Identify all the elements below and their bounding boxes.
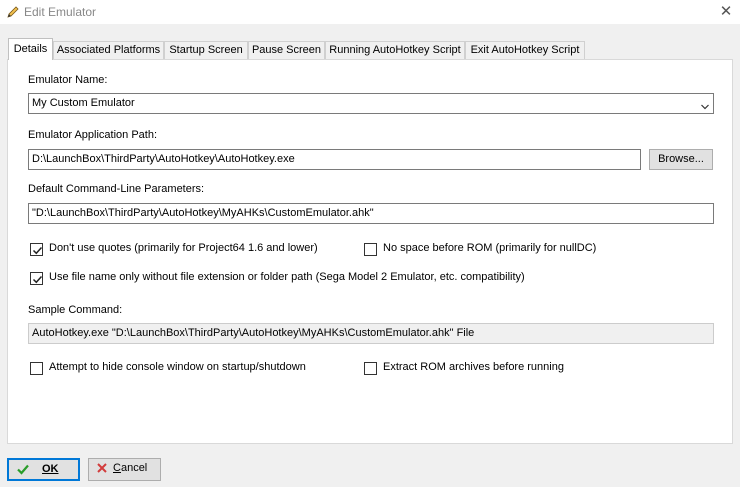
checkbox-box[interactable] [364, 243, 377, 256]
checkmark-icon [32, 246, 43, 255]
close-icon: ✕ [719, 3, 733, 20]
checkbox-box[interactable] [364, 362, 377, 375]
ok-label: OK [42, 463, 59, 475]
close-button[interactable]: ✕ [712, 0, 740, 24]
cancel-label-rest: ancel [120, 462, 148, 474]
checkbox-box[interactable] [30, 362, 43, 375]
checkmark-icon [17, 464, 29, 478]
close-icon [97, 463, 107, 476]
title-bar: Edit Emulator ✕ [0, 0, 740, 24]
tab-pause-screen[interactable]: Pause Screen [248, 41, 325, 59]
tab-running-autohotkey-script[interactable]: Running AutoHotkey Script [325, 41, 465, 59]
checkbox-box[interactable] [30, 243, 43, 256]
application-path-input[interactable]: D:\LaunchBox\ThirdParty\AutoHotkey\AutoH… [28, 149, 641, 170]
browse-button[interactable]: Browse... [649, 149, 713, 170]
tab-exit-autohotkey-script[interactable]: Exit AutoHotkey Script [465, 41, 585, 59]
application-path-label: Emulator Application Path: [28, 129, 158, 141]
checkbox-box[interactable] [30, 272, 43, 285]
tab-startup-screen[interactable]: Startup Screen [164, 41, 248, 59]
sample-command-field: AutoHotkey.exe "D:\LaunchBox\ThirdParty\… [28, 323, 714, 344]
emulator-name-value: My Custom Emulator [32, 97, 135, 109]
extract-rom-label: Extract ROM archives before running [383, 361, 564, 373]
chevron-down-icon[interactable] [701, 99, 709, 110]
emulator-name-combobox[interactable]: My Custom Emulator [28, 93, 714, 114]
tab-associated-platforms[interactable]: Associated Platforms [53, 41, 164, 59]
command-line-params-label: Default Command-Line Parameters: [28, 183, 205, 195]
dont-use-quotes-label: Don't use quotes (primarily for Project6… [49, 242, 318, 254]
command-line-params-input[interactable]: "D:\LaunchBox\ThirdParty\AutoHotkey\MyAH… [28, 203, 714, 224]
pencil-icon [6, 5, 20, 19]
no-space-before-rom-label: No space before ROM (primarily for nullD… [383, 242, 597, 254]
window-title: Edit Emulator [24, 5, 97, 19]
hide-console-label: Attempt to hide console window on startu… [49, 361, 306, 373]
sample-command-label: Sample Command: [28, 304, 123, 316]
cancel-label: Cancel [113, 462, 147, 474]
file-name-only-label: Use file name only without file extensio… [49, 271, 525, 283]
emulator-name-label: Emulator Name: [28, 74, 108, 86]
checkmark-icon [32, 275, 43, 284]
cancel-mnemonic: C [113, 462, 121, 474]
cancel-button[interactable]: Cancel [88, 458, 161, 481]
tab-details[interactable]: Details [8, 38, 53, 60]
ok-button[interactable]: OK [7, 458, 80, 481]
